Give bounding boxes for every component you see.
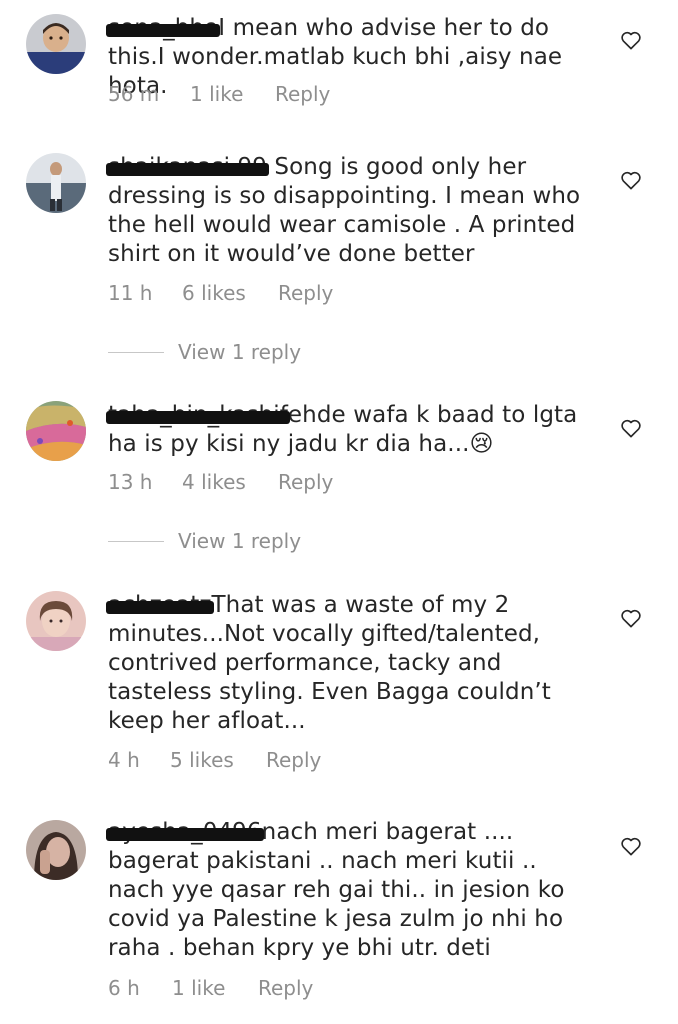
view-replies-button[interactable]: View 1 reply xyxy=(108,340,301,364)
comment-time: 6 h xyxy=(108,976,140,1000)
redaction-bar xyxy=(106,828,264,841)
comment-time: 56 m xyxy=(108,82,160,106)
reply-button[interactable]: Reply xyxy=(278,470,333,494)
comment-likes-count[interactable]: 6 likes xyxy=(182,281,278,305)
divider xyxy=(108,351,164,353)
avatar[interactable] xyxy=(26,153,86,213)
avatar[interactable] xyxy=(26,591,86,651)
heart-outline-icon[interactable] xyxy=(620,170,642,190)
comment-likes-count[interactable]: 1 like xyxy=(190,82,275,106)
comment-username[interactable]: ayesha_0496 xyxy=(106,818,264,847)
reply-button[interactable]: Reply xyxy=(258,976,313,1000)
redaction-bar xyxy=(106,24,221,37)
comment-username[interactable]: shaikanasi.99 xyxy=(106,153,269,182)
crying-face-emoji: 😢 xyxy=(469,431,494,457)
avatar[interactable] xyxy=(26,820,86,880)
comment-username[interactable]: achzeatz xyxy=(106,591,214,620)
heart-outline-icon[interactable] xyxy=(620,608,642,628)
comment-likes-count[interactable]: 4 likes xyxy=(182,470,278,494)
comment-time: 4 h xyxy=(108,748,140,772)
avatar[interactable] xyxy=(26,14,86,74)
comment-meta: 11 h 6 likes Reply xyxy=(108,281,333,305)
comment-meta: 56 m 1 like Reply xyxy=(108,82,330,106)
comment-likes-count[interactable]: 1 like xyxy=(172,976,258,1000)
view-replies-label[interactable]: View 1 reply xyxy=(178,340,301,364)
comment-username[interactable]: taha_bin_kashif xyxy=(106,401,290,430)
comment-text: achzeatzThat was a waste of my 2 minutes… xyxy=(106,591,551,734)
comment-username[interactable]: sona_bho xyxy=(106,14,221,43)
view-replies-button[interactable]: View 1 reply xyxy=(108,529,301,553)
comment-meta: 13 h 4 likes Reply xyxy=(108,470,333,494)
comment-text: shaikanasi.99 Song is good only her dres… xyxy=(106,153,581,267)
reply-button[interactable]: Reply xyxy=(266,748,321,772)
redaction-bar xyxy=(106,601,214,614)
reply-button[interactable]: Reply xyxy=(278,281,333,305)
heart-outline-icon[interactable] xyxy=(620,418,642,438)
comment-meta: 4 h 5 likes Reply xyxy=(108,748,321,772)
comment-likes-count[interactable]: 5 likes xyxy=(170,748,266,772)
avatar[interactable] xyxy=(26,401,86,461)
view-replies-label[interactable]: View 1 reply xyxy=(178,529,301,553)
comment-text: ayesha_0496nach meri bagerat .... bagera… xyxy=(106,818,565,961)
comment-time: 11 h xyxy=(108,281,153,305)
comment-meta: 6 h 1 like Reply xyxy=(108,976,313,1000)
redaction-bar xyxy=(106,163,269,176)
comment-text: taha_bin_kashifehde wafa k baad to lgta … xyxy=(106,401,578,457)
redaction-bar xyxy=(106,411,290,424)
heart-outline-icon[interactable] xyxy=(620,30,642,50)
heart-outline-icon[interactable] xyxy=(620,836,642,856)
reply-button[interactable]: Reply xyxy=(275,82,330,106)
comment-time: 13 h xyxy=(108,470,153,494)
divider xyxy=(108,540,164,542)
